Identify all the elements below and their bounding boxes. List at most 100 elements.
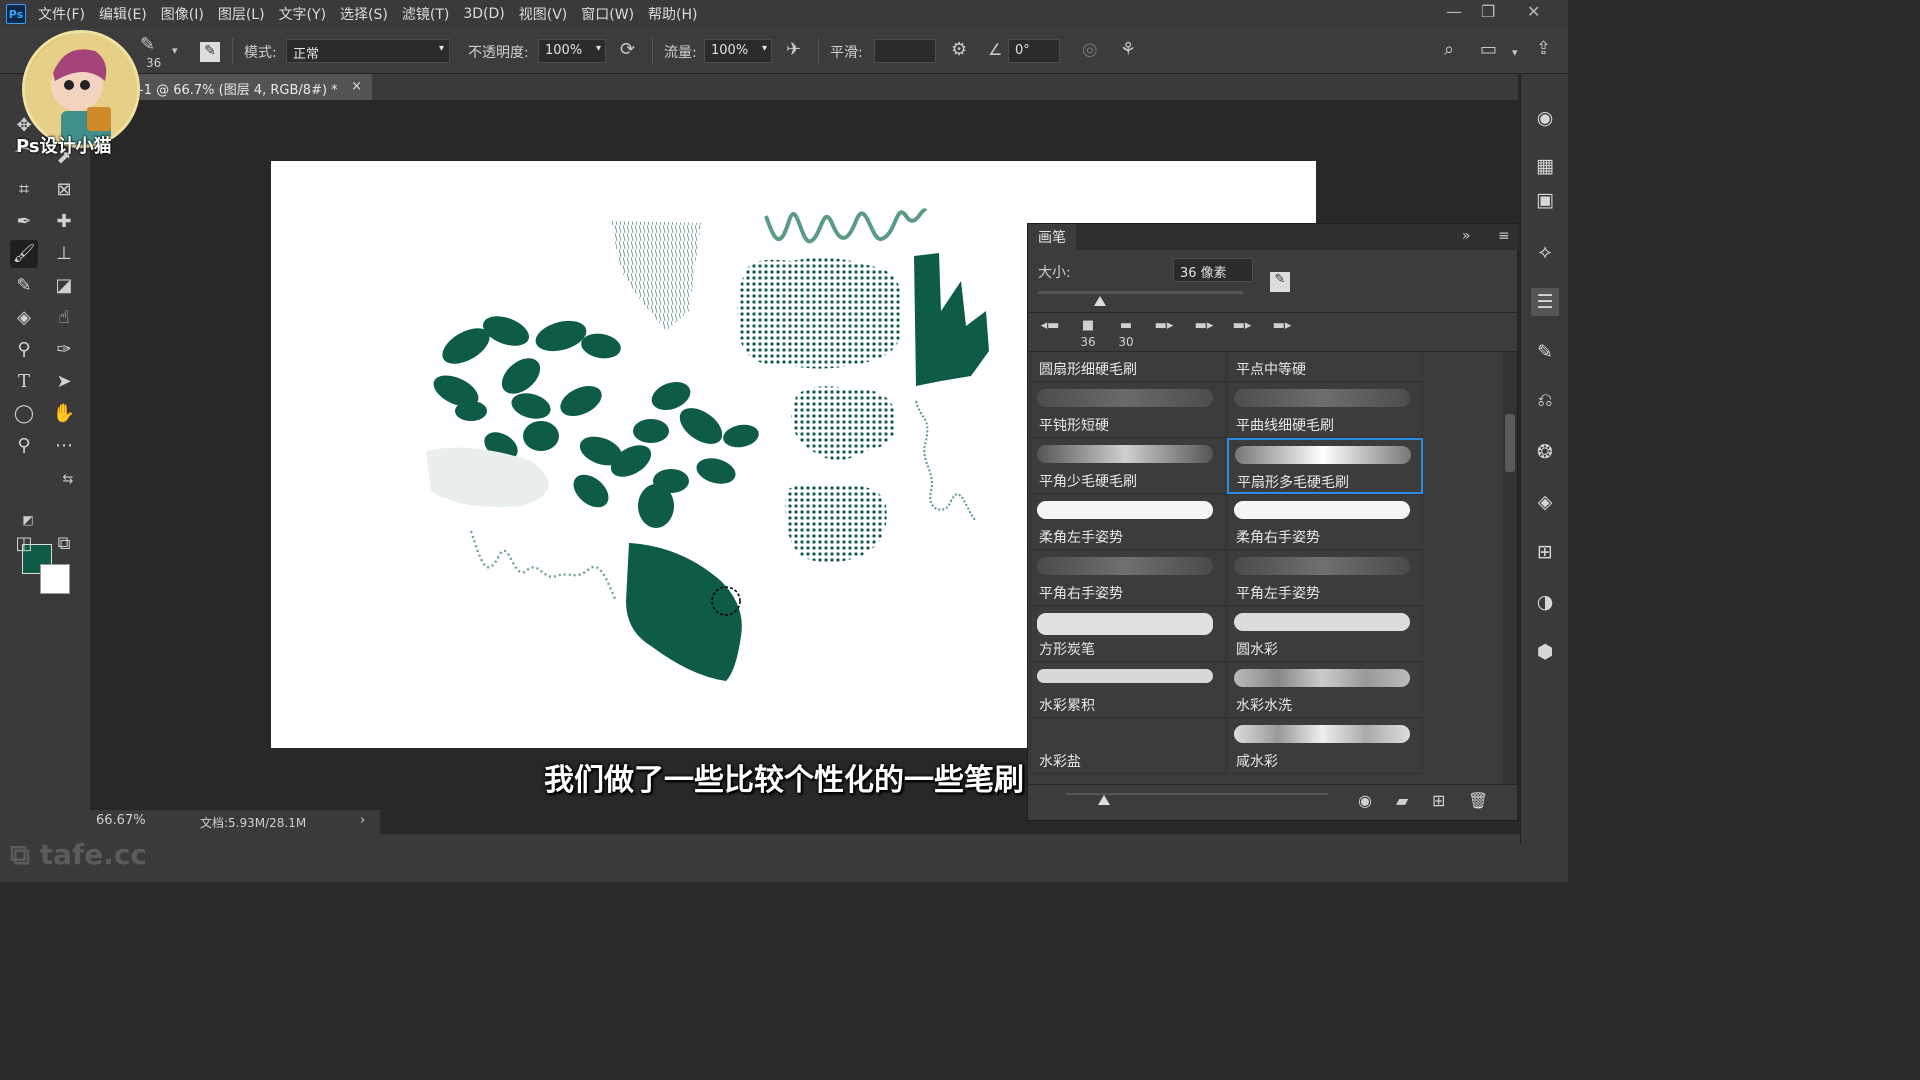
channels-panel-icon[interactable]: ❂ — [1531, 438, 1559, 466]
airbrush-icon[interactable]: ✈ — [786, 41, 801, 59]
brush-grid-scrollbar[interactable] — [1503, 352, 1517, 784]
menu-edit[interactable]: 编辑(E) — [99, 4, 147, 24]
brushes-panel-title[interactable]: 画笔 — [1028, 224, 1076, 250]
restore-icon[interactable]: ❐ — [1481, 2, 1495, 21]
size-slider-track[interactable] — [1038, 291, 1243, 294]
pressure-opacity-icon[interactable]: ⟳ — [620, 41, 635, 59]
collapse-panel-icon[interactable]: » — [1462, 228, 1471, 244]
menu-image[interactable]: 图像(I) — [161, 4, 204, 24]
status-menu-arrow-icon[interactable]: › — [360, 813, 365, 828]
brush-preset-selected[interactable]: 平扇形多毛硬毛刷 — [1227, 438, 1423, 494]
recent-brush[interactable]: ▬▸ — [1224, 317, 1260, 351]
close-window-icon[interactable]: ✕ — [1527, 2, 1540, 21]
history-panel-icon[interactable]: ⎌ — [1531, 386, 1559, 414]
angle-field[interactable]: 0° — [1008, 39, 1060, 63]
zoom-level[interactable]: 66.67% — [96, 813, 146, 828]
brush-preset[interactable]: 平角少毛硬毛刷 — [1030, 438, 1226, 494]
3d-panel-icon[interactable]: ⬢ — [1531, 638, 1559, 666]
brush-tool-icon[interactable]: 🖌 — [10, 240, 38, 268]
gradients-panel-icon[interactable]: ▣ — [1531, 186, 1559, 214]
close-tab-icon[interactable]: × — [351, 79, 362, 94]
brush-preset[interactable]: 水彩水洗 — [1227, 662, 1423, 718]
smudge-tool-icon[interactable]: ☝ — [50, 304, 78, 332]
panel-menu-icon[interactable]: ≡ — [1498, 228, 1510, 244]
zoom-tool-icon[interactable]: ⚲ — [10, 432, 38, 460]
menu-window[interactable]: 窗口(W) — [581, 4, 634, 24]
menu-help[interactable]: 帮助(H) — [648, 4, 697, 24]
color-panel-icon[interactable]: ◉ — [1531, 104, 1559, 132]
options-bar: ✎ 36 ▾ ✎ 模式: 正常 ▾ 不透明度: 100% ▾ ⟳ 流量: 100… — [0, 28, 1568, 74]
healing-brush-tool-icon[interactable]: ✚ — [50, 208, 78, 236]
brushes-panel-icon[interactable]: ✎ — [1531, 338, 1559, 366]
stamp-tool-icon[interactable]: ⊥ — [50, 240, 78, 268]
recent-brush[interactable]: ▬ 30 — [1108, 317, 1144, 351]
brush-preset[interactable]: 方形炭笔 — [1030, 606, 1226, 662]
pressure-size-icon[interactable]: ◎ — [1082, 41, 1098, 59]
smoothing-field[interactable] — [874, 39, 936, 63]
brush-preset[interactable]: 水彩累积 — [1030, 662, 1226, 718]
menu-type[interactable]: 文字(Y) — [279, 4, 326, 24]
recent-brush[interactable]: ▬▸ — [1186, 317, 1222, 351]
chevron-down-icon[interactable]: ▾ — [172, 42, 178, 60]
history-brush-tool-icon[interactable]: ✎ — [10, 272, 38, 300]
brush-preset[interactable]: 平点中等硬 — [1227, 352, 1423, 382]
brush-settings-toggle-icon[interactable]: ✎ — [200, 42, 220, 62]
recent-brush[interactable]: ◂▬ — [1032, 317, 1068, 351]
mode-select[interactable]: 正常 ▾ — [286, 39, 450, 63]
symmetry-butterfly-icon[interactable]: ⚘ — [1120, 41, 1136, 59]
eyedropper-tool-icon[interactable]: ✒ — [10, 208, 38, 236]
size-slider-thumb[interactable] — [1094, 296, 1106, 306]
swatches-panel-icon[interactable]: ▦ — [1531, 152, 1559, 180]
adjustments-panel-icon[interactable]: ◑ — [1531, 588, 1559, 616]
brush-preset[interactable]: 平钝形短硬 — [1030, 382, 1226, 438]
dodge-tool-icon[interactable]: ⚲ — [10, 336, 38, 364]
ellipse-tool-icon[interactable]: ◯ — [10, 400, 38, 428]
background-color-swatch[interactable] — [40, 564, 70, 594]
minimize-icon[interactable]: — — [1446, 2, 1462, 21]
paint-bucket-tool-icon[interactable]: ◈ — [10, 304, 38, 332]
recent-brush[interactable]: ▬▸ — [1264, 317, 1300, 351]
scrollbar-thumb[interactable] — [1505, 414, 1515, 472]
menu-view[interactable]: 视图(V) — [519, 4, 568, 24]
crop-tool-icon[interactable]: ⌗ — [10, 176, 38, 204]
share-icon[interactable]: ⇪ — [1536, 40, 1551, 58]
brush-preset[interactable]: 平角左手姿势 — [1227, 550, 1423, 606]
gear-icon[interactable]: ⚙ — [951, 41, 967, 59]
brush-preset[interactable]: 平曲线细硬毛刷 — [1227, 382, 1423, 438]
menu-file[interactable]: 文件(F) — [38, 4, 85, 24]
hand-tool-icon[interactable]: ✋ — [50, 400, 78, 428]
pen-tool-icon[interactable]: ✑ — [50, 336, 78, 364]
swap-colors-icon[interactable]: ⇆ — [54, 466, 82, 494]
brush-preset[interactable]: 平角右手姿势 — [1030, 550, 1226, 606]
opacity-field[interactable]: 100% ▾ — [538, 39, 606, 63]
menu-layer[interactable]: 图层(L) — [218, 4, 265, 24]
brush-preset[interactable]: 柔角右手姿势 — [1227, 494, 1423, 550]
type-tool-icon[interactable]: T — [10, 368, 38, 396]
eraser-tool-icon[interactable]: ◪ — [50, 272, 78, 300]
quick-mask-icon[interactable]: ◫ — [10, 530, 38, 558]
brush-preset[interactable]: 柔角左手姿势 — [1030, 494, 1226, 550]
layers-panel-icon[interactable]: ◈ — [1531, 488, 1559, 516]
brush-settings-icon[interactable]: ✎ — [1270, 272, 1290, 292]
menu-select[interactable]: 选择(S) — [340, 4, 388, 24]
more-tools-icon[interactable]: ⋯ — [50, 432, 78, 460]
chevron-down-icon[interactable]: ▾ — [1512, 44, 1518, 62]
properties-panel-icon[interactable]: ⊞ — [1531, 538, 1559, 566]
path-selection-tool-icon[interactable]: ➤ — [50, 368, 78, 396]
workspace-icon[interactable]: ▭ — [1480, 41, 1497, 59]
brush-preset[interactable]: 圆水彩 — [1227, 606, 1423, 662]
brush-preset-icon[interactable]: ✎ — [140, 36, 155, 54]
menu-3d[interactable]: 3D(D) — [463, 6, 504, 22]
recent-brush[interactable]: ▬▸ — [1146, 317, 1182, 351]
screen-mode-icon[interactable]: ⧉ — [50, 530, 78, 558]
channel-avatar — [22, 30, 140, 148]
menu-filter[interactable]: 滤镜(T) — [402, 4, 449, 24]
flow-field[interactable]: 100% ▾ — [704, 39, 772, 63]
brush-preset[interactable]: 圆扇形细硬毛刷 — [1030, 352, 1226, 382]
recent-brush[interactable]: ■ 36 — [1070, 317, 1106, 351]
size-field[interactable]: 36 像素 — [1173, 258, 1253, 282]
paths-panel-icon[interactable]: ⟡ — [1531, 238, 1559, 266]
frame-tool-icon[interactable]: ⊠ — [50, 176, 78, 204]
brush-settings-panel-icon[interactable]: ☰ — [1531, 288, 1559, 316]
search-icon[interactable]: ⌕ — [1444, 41, 1454, 59]
